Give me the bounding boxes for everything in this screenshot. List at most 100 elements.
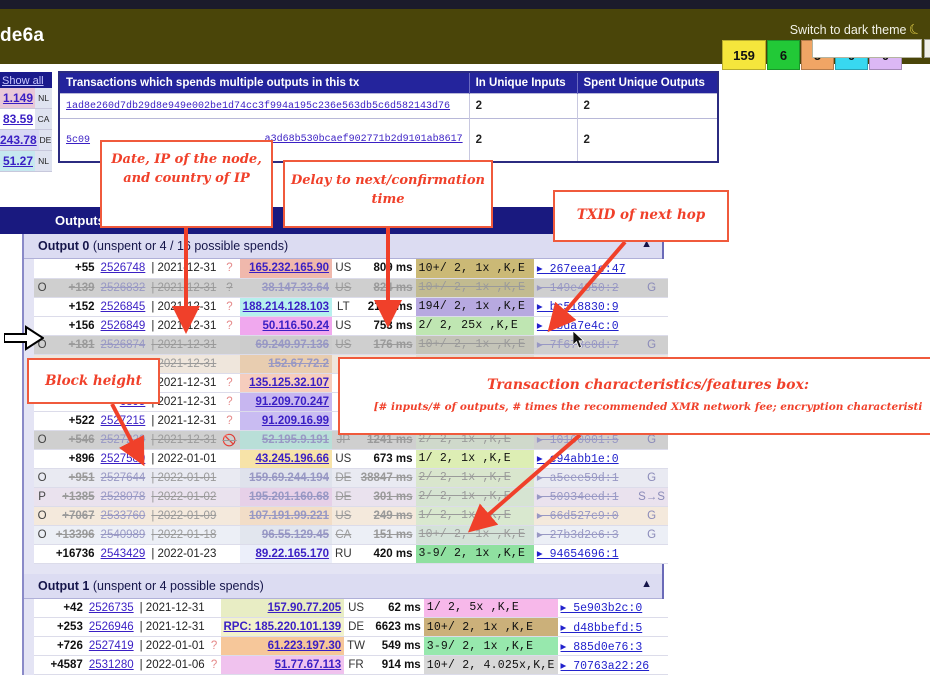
node-ip-link[interactable]: 188.214.128.103 — [240, 297, 332, 316]
tx-link-suffix[interactable]: a3d68b530bcaef902771b2d9101ab8617 — [265, 134, 463, 145]
next-hop-txid-link[interactable]: ▸ 70763a22:26 — [558, 656, 658, 675]
table-row[interactable]: O+133962540989| 2022-01-1896.55.129.45CA… — [34, 525, 668, 544]
block-height-link[interactable]: 2531280 — [86, 656, 137, 675]
row-date: | 2021-12-31 — [148, 411, 219, 430]
tx-link[interactable]: 1ad8e260d7db29d8e949e002be1d74cc3f994a19… — [66, 101, 450, 112]
amount-link[interactable]: 1.149 — [0, 91, 35, 105]
node-ip-link[interactable]: 50.116.50.24 — [240, 316, 332, 335]
search-input[interactable] — [812, 39, 922, 58]
amount-link[interactable]: 243.78 — [0, 133, 39, 147]
table-row[interactable]: +422526735| 2021-12-31157.90.77.205US62 … — [34, 599, 668, 618]
node-ip-link[interactable]: 91.209.70.247 — [240, 392, 332, 411]
block-height-link[interactable]: 2526849 — [98, 316, 149, 335]
node-ip-link[interactable]: 43.245.196.66 — [240, 449, 332, 468]
delay-ms: 914 ms — [368, 656, 424, 675]
node-ip-link[interactable]: 135.125.32.107 — [240, 373, 332, 392]
block-height-link[interactable]: 2527215 — [98, 411, 149, 430]
node-ip-link[interactable]: 69.249.97.136 — [240, 335, 332, 354]
list-item[interactable]: 83.59 CA — [0, 109, 52, 130]
table-row[interactable]: P+13852528078| 2022-01-02195.201.160.68D… — [34, 487, 668, 506]
moon-icon: ☾ — [906, 19, 925, 40]
next-hop-txid-link[interactable]: ▸ 5e903b2c:0 — [558, 599, 658, 618]
block-height-link[interactable]: 2526845 — [98, 297, 149, 316]
block-height-link[interactable]: 2527589 — [98, 449, 149, 468]
table-row[interactable]: +552526748| 2021-12-31?165.232.165.90US8… — [34, 259, 668, 278]
table-row[interactable]: O+70672533760| 2022-01-09107.191.99.221U… — [34, 506, 668, 525]
table-row[interactable]: +45872531280| 2022-01-06?51.77.67.113FR9… — [34, 656, 668, 675]
spent-unique-outputs-cell: 2 — [577, 119, 718, 163]
tx-features: 10+/ 2, 1x ,K,E — [416, 259, 534, 278]
table-row[interactable]: +167362543429| 2022-01-2389.22.165.170RU… — [34, 544, 668, 563]
unknown-icon — [219, 525, 239, 544]
table-row[interactable]: O+1392526832| 2021-12-31?38.147.33.64US8… — [34, 278, 668, 297]
list-item[interactable]: 51.27 NL — [0, 151, 52, 172]
tx-link-prefix[interactable]: 5c09 — [66, 135, 90, 146]
block-height-link[interactable]: 2528078 — [98, 487, 149, 506]
next-hop-txid-link[interactable]: ▸ 94654696:1 — [534, 544, 635, 563]
show-all-header[interactable]: Show all — [0, 72, 52, 88]
next-hop-txid-link[interactable]: ▸ 27b3d2e6:3 — [534, 525, 635, 544]
node-ip-link[interactable]: 152.67.72.2 — [240, 354, 332, 373]
next-hop-txid-link[interactable]: ▸ 885d0e76:3 — [558, 637, 658, 656]
output-group-header-1[interactable]: Output 1 (unspent or 4 possible spends) … — [24, 574, 662, 599]
node-ip-link[interactable]: 61.223.197.30 — [221, 637, 345, 656]
next-hop-txid-link[interactable]: ▸ d48bbefd:5 — [558, 618, 658, 637]
next-hop-txid-link[interactable]: ▸ 50934eed:1 — [534, 487, 635, 506]
block-height-link[interactable]: 2527419 — [86, 637, 137, 656]
row-flag — [34, 449, 50, 468]
block-height-link[interactable]: 2543429 — [98, 544, 149, 563]
node-ip-link[interactable]: 89.22.165.170 — [240, 544, 332, 563]
node-ip-link[interactable]: 195.201.160.68 — [240, 487, 332, 506]
block-height-link[interactable]: 2526832 — [98, 278, 149, 297]
column-header-in-unique-inputs: In Unique Inputs — [469, 72, 577, 94]
block-height-link[interactable]: 2526946 — [86, 618, 137, 637]
amount-link[interactable]: 83.59 — [0, 112, 35, 126]
block-height-link[interactable]: 2533760 — [98, 506, 149, 525]
show-all-link[interactable]: Show all — [2, 75, 44, 87]
browser-top-strip — [0, 0, 930, 9]
status-badge[interactable]: 6 — [767, 40, 800, 70]
node-ip-link[interactable]: 159.69.244.194 — [240, 468, 332, 487]
row-flag — [34, 599, 44, 618]
table-row[interactable]: +7262527419| 2022-01-01?61.223.197.30TW5… — [34, 637, 668, 656]
row-flag — [34, 656, 44, 675]
node-ip-link[interactable]: 51.77.67.113 — [221, 656, 345, 675]
table-row[interactable]: +1522526845| 2021-12-31?188.214.128.103L… — [34, 297, 668, 316]
next-hop-txid-link[interactable]: ▸ 66d527c9:0 — [534, 506, 635, 525]
node-ip-link[interactable]: 96.55.129.45 — [240, 525, 332, 544]
status-badge[interactable]: 159 — [722, 40, 766, 70]
block-delta: +522 — [50, 411, 97, 430]
block-height-link[interactable]: 2527220 — [98, 430, 149, 449]
node-ip-link[interactable]: 107.191.99.221 — [240, 506, 332, 525]
node-ip-link[interactable]: 52.195.9.191 — [240, 430, 332, 449]
next-hop-txid-link[interactable]: ▸ c94abb1e:0 — [534, 449, 635, 468]
next-hop-txid-link[interactable]: ▸ 149e4050:2 — [534, 278, 635, 297]
block-height-link[interactable]: 2526748 — [98, 259, 149, 278]
table-row[interactable]: O+9512527644| 2022-01-01159.69.244.194DE… — [34, 468, 668, 487]
theme-switch-link[interactable]: Switch to dark theme☾ — [790, 21, 922, 38]
node-ip-link[interactable]: 38.147.33.64 — [240, 278, 332, 297]
node-ip-link[interactable]: 91.209.16.99 — [240, 411, 332, 430]
list-item[interactable]: 1.149 NL — [0, 88, 52, 109]
block-height-link[interactable]: 2540989 — [98, 525, 149, 544]
block-height-link[interactable]: 2527644 — [98, 468, 149, 487]
block-delta: +726 — [44, 637, 86, 656]
node-ip-link[interactable]: RPC: 185.220.101.139 — [221, 618, 345, 637]
list-item[interactable]: 243.78 DE — [0, 130, 52, 151]
table-row[interactable]: +2532526946| 2021-12-31RPC: 185.220.101.… — [34, 618, 668, 637]
next-hop-txid-link[interactable]: ▸ a5eee59d:1 — [534, 468, 635, 487]
block-height-link[interactable]: 2526735 — [86, 599, 137, 618]
tx-id-cell[interactable]: 1ad8e260d7db29d8e949e002be1d74cc3f994a19… — [59, 94, 469, 119]
delay-ms: 824 ms — [355, 278, 416, 297]
table-row[interactable]: +8962527589| 2022-01-0143.245.196.66US67… — [34, 449, 668, 468]
next-hop-txid-link[interactable]: ▸ bc518830:9 — [534, 297, 635, 316]
node-ip-link[interactable]: 165.232.165.90 — [240, 259, 332, 278]
search-button[interactable]: Search — [924, 39, 930, 58]
amount-link[interactable]: 51.27 — [0, 154, 35, 168]
flag-marker: S→S — [635, 487, 668, 506]
node-ip-link[interactable]: 157.90.77.205 — [221, 599, 345, 618]
country-code: LT — [332, 297, 355, 316]
next-hop-txid-link[interactable]: ▸ 267eea1e:47 — [534, 259, 635, 278]
caret-up-icon[interactable]: ▲ — [641, 578, 652, 590]
block-height-link[interactable]: 2526874 — [98, 335, 149, 354]
